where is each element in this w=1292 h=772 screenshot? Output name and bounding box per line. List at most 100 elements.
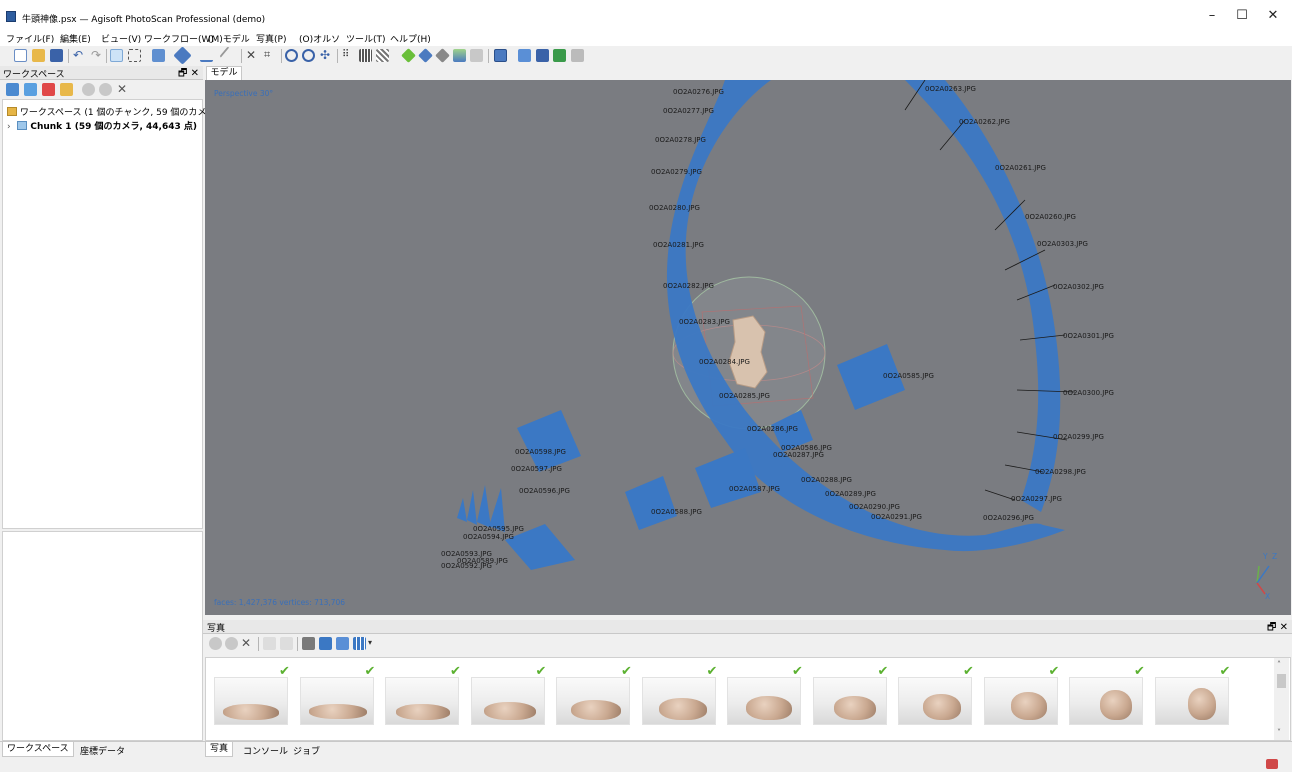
camera-label[interactable]: 0O2A0594.JPG bbox=[463, 533, 514, 541]
camera-label[interactable]: 0O2A0260.JPG bbox=[1025, 213, 1076, 221]
add-chunk-icon[interactable] bbox=[6, 83, 19, 96]
scroll-down-icon[interactable]: ˅ bbox=[1277, 728, 1281, 737]
camera-label[interactable]: 0O2A0296.JPG bbox=[983, 514, 1034, 522]
tiled-model-icon[interactable] bbox=[470, 49, 483, 62]
minimize-button[interactable]: – bbox=[1197, 6, 1227, 26]
camera-label[interactable]: 0O2A0291.JPG bbox=[871, 513, 922, 521]
mesh-view-icon[interactable] bbox=[376, 49, 389, 62]
photo-thumbnail[interactable] bbox=[641, 677, 716, 725]
tab-photos[interactable]: 写真 bbox=[205, 742, 234, 757]
photo-thumbnail[interactable] bbox=[983, 677, 1058, 725]
redo-icon[interactable]: ↷ bbox=[91, 49, 104, 62]
camera-label[interactable]: 0O2A0285.JPG bbox=[719, 392, 770, 400]
camera-label[interactable]: 0O2A0585.JPG bbox=[883, 372, 934, 380]
reset-view-icon[interactable]: ✣ bbox=[320, 49, 333, 62]
camera-label[interactable]: 0O2A0287.JPG bbox=[773, 451, 824, 459]
menu-photo[interactable]: 写真(P) bbox=[256, 32, 286, 45]
menu-edit[interactable]: 編集(E) bbox=[60, 32, 91, 45]
camera-label[interactable]: 0O2A0297.JPG bbox=[1011, 495, 1062, 503]
textured-model-icon[interactable] bbox=[453, 49, 466, 62]
reset-filter-icon[interactable] bbox=[319, 637, 332, 650]
photo-thumbnail[interactable] bbox=[556, 677, 630, 725]
status-indicator-icon[interactable] bbox=[1266, 759, 1278, 769]
menu-file[interactable]: ファイル(F) bbox=[6, 32, 54, 45]
camera-label[interactable]: 0O2A0598.JPG bbox=[515, 448, 566, 456]
rectangle-selection-icon[interactable] bbox=[128, 49, 141, 62]
menu-workflow[interactable]: ワークフロー(W) bbox=[144, 32, 214, 45]
camera-label[interactable]: 0O2A0279.JPG bbox=[651, 168, 702, 176]
camera-label[interactable]: 0O2A0281.JPG bbox=[653, 241, 704, 249]
camera-label[interactable]: 0O2A0303.JPG bbox=[1037, 240, 1088, 248]
tab-console[interactable]: コンソール bbox=[239, 744, 292, 757]
photo-thumbnail[interactable] bbox=[299, 677, 374, 725]
camera-label[interactable]: 0O2A0299.JPG bbox=[1053, 433, 1104, 441]
tree-row-workspace[interactable]: ワークスペース (1 個のチャンク, 59 個のカメラ) bbox=[7, 105, 219, 118]
camera-label[interactable]: 0O2A0261.JPG bbox=[995, 164, 1046, 172]
photo-thumbnail[interactable] bbox=[385, 677, 459, 725]
camera-label[interactable]: 0O2A0597.JPG bbox=[511, 465, 562, 473]
ruler-icon[interactable] bbox=[200, 49, 213, 62]
add-folder-icon[interactable] bbox=[60, 83, 73, 96]
point-cloud-icon[interactable]: ⠿ bbox=[342, 49, 355, 62]
photo-thumbnail[interactable] bbox=[727, 677, 801, 725]
camera-label[interactable]: 0O2A0277.JPG bbox=[663, 107, 714, 115]
delete-selection-icon[interactable]: ✕ bbox=[246, 49, 259, 62]
filter-photos-icon[interactable] bbox=[302, 637, 315, 650]
save-icon[interactable] bbox=[50, 49, 63, 62]
camera-label[interactable]: 0O2A0278.JPG bbox=[655, 136, 706, 144]
photos-scrollbar[interactable]: ˄ ˅ bbox=[1274, 658, 1289, 740]
tree-row-chunk[interactable]: › Chunk 1 (59 個のカメラ, 44,643 点) bbox=[7, 119, 197, 132]
tab-workspace[interactable]: ワークスペース bbox=[2, 742, 74, 757]
camera-label[interactable]: 0O2A0595.JPG bbox=[473, 525, 524, 533]
menu-view[interactable]: ビュー(V) bbox=[101, 32, 141, 45]
disable-camera-icon[interactable] bbox=[225, 637, 238, 650]
camera-label[interactable]: 0O2A0263.JPG bbox=[925, 85, 976, 93]
rotate-region-icon[interactable] bbox=[173, 46, 192, 65]
maximize-button[interactable]: ☐ bbox=[1227, 6, 1257, 26]
view-mode-dropdown-icon[interactable]: ▾ bbox=[368, 637, 381, 650]
camera-label[interactable]: 0O2A0301.JPG bbox=[1063, 332, 1114, 340]
close-button[interactable]: ✕ bbox=[1258, 6, 1288, 26]
undo-icon[interactable]: ↶ bbox=[73, 49, 86, 62]
show-cameras-icon[interactable] bbox=[494, 49, 507, 62]
camera-label[interactable]: 0O2A0298.JPG bbox=[1035, 468, 1086, 476]
camera-label[interactable]: 0O2A0587.JPG bbox=[729, 485, 780, 493]
camera-label[interactable]: 0O2A0290.JPG bbox=[849, 503, 900, 511]
show-shapes-icon[interactable] bbox=[553, 49, 566, 62]
menu-model[interactable]: (M)モデル bbox=[208, 32, 250, 45]
open-folder-icon[interactable] bbox=[32, 49, 45, 62]
add-photos-icon[interactable] bbox=[24, 83, 37, 96]
photo-thumbnail[interactable] bbox=[470, 677, 545, 725]
zoom-out-icon[interactable] bbox=[302, 49, 315, 62]
model-viewport[interactable]: Perspective 30° faces: 1,427,376 vertice… bbox=[205, 80, 1291, 615]
remove-camera-icon[interactable]: ✕ bbox=[241, 637, 254, 650]
enable-camera-icon[interactable] bbox=[209, 637, 222, 650]
enable-icon[interactable] bbox=[82, 83, 95, 96]
details-view-icon[interactable] bbox=[336, 637, 349, 650]
menu-tools[interactable]: ツール(T) bbox=[346, 32, 386, 45]
tab-reference[interactable]: 座標データ bbox=[76, 744, 129, 757]
rotate-left-icon[interactable] bbox=[263, 637, 276, 650]
remove-item-icon[interactable]: ✕ bbox=[117, 83, 130, 96]
camera-label[interactable]: 0O2A0289.JPG bbox=[825, 490, 876, 498]
tab-jobs[interactable]: ジョブ bbox=[289, 744, 324, 757]
resize-region-icon[interactable] bbox=[152, 49, 165, 62]
wireframe-model-icon[interactable] bbox=[435, 48, 450, 63]
camera-label[interactable]: 0O2A0282.JPG bbox=[663, 282, 714, 290]
crop-selection-icon[interactable]: ⌗ bbox=[264, 49, 277, 62]
camera-label[interactable]: 0O2A0276.JPG bbox=[673, 88, 724, 96]
camera-label[interactable]: 0O2A0592.JPG bbox=[441, 562, 492, 570]
scroll-up-icon[interactable]: ˄ bbox=[1277, 660, 1281, 669]
camera-label[interactable]: 0O2A0283.JPG bbox=[679, 318, 730, 326]
expand-chevron-icon[interactable]: › bbox=[7, 122, 11, 132]
solid-model-icon[interactable] bbox=[418, 48, 433, 63]
menu-ortho[interactable]: (O)オルソ bbox=[299, 32, 340, 45]
thumbnails-view-icon[interactable] bbox=[353, 637, 366, 650]
camera-label[interactable]: 0O2A0284.JPG bbox=[699, 358, 750, 366]
rotate-right-icon[interactable] bbox=[280, 637, 293, 650]
camera-label[interactable]: 0O2A0286.JPG bbox=[747, 425, 798, 433]
camera-label[interactable]: 0O2A0262.JPG bbox=[959, 118, 1010, 126]
camera-label[interactable]: 0O2A0596.JPG bbox=[519, 487, 570, 495]
tab-model[interactable]: モデル bbox=[206, 66, 242, 80]
camera-label[interactable]: 0O2A0300.JPG bbox=[1063, 389, 1114, 397]
